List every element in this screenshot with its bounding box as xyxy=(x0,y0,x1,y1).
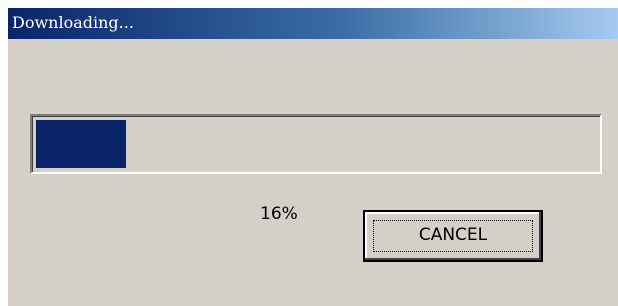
progress-bar-fill xyxy=(36,120,126,168)
download-dialog: Downloading... 16% CANCEL xyxy=(8,8,618,306)
title-bar[interactable]: Downloading... xyxy=(8,8,618,39)
cancel-button[interactable]: CANCEL xyxy=(363,210,543,262)
cancel-button-label: CANCEL xyxy=(418,225,488,245)
progress-percent-label: 16% xyxy=(260,204,298,224)
window-title: Downloading... xyxy=(12,13,134,32)
progress-bar xyxy=(30,114,602,174)
